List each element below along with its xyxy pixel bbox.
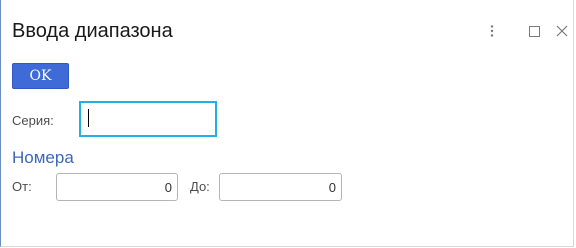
close-button[interactable] bbox=[553, 22, 571, 40]
series-input[interactable] bbox=[79, 101, 217, 137]
title-bar: Ввода диапазона bbox=[1, 0, 573, 60]
maximize-square-icon bbox=[528, 25, 540, 37]
to-number-field[interactable] bbox=[219, 173, 342, 201]
from-label: От: bbox=[12, 179, 32, 194]
to-label: До: bbox=[190, 179, 210, 194]
more-options-button[interactable] bbox=[483, 22, 501, 40]
from-number-field[interactable] bbox=[56, 173, 178, 201]
dialog-title: Ввода диапазона bbox=[12, 20, 173, 42]
range-input-dialog: Ввода диапазона OK Серия: Номера От: До: bbox=[0, 0, 574, 247]
ok-button[interactable]: OK bbox=[12, 63, 69, 89]
vertical-dots-icon bbox=[490, 25, 494, 37]
maximize-button[interactable] bbox=[525, 22, 543, 40]
numbers-group-title: Номера bbox=[12, 148, 74, 167]
series-label: Серия: bbox=[12, 113, 54, 128]
close-x-icon bbox=[556, 25, 568, 37]
